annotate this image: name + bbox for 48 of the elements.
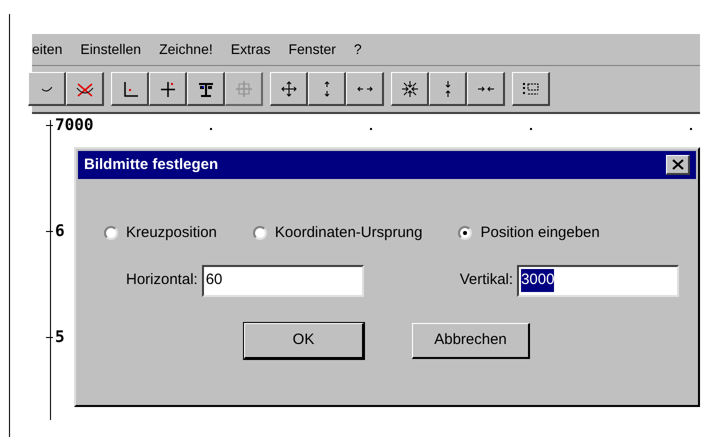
menu-item[interactable]: Fenster	[288, 39, 336, 60]
dialog-button[interactable]: OK	[244, 322, 364, 358]
toolbar-button[interactable]	[111, 72, 149, 106]
axis-label: 7000	[55, 117, 94, 133]
horizontal-inward-icon	[478, 86, 494, 92]
toolbar-button[interactable]	[187, 72, 225, 106]
field-label: Vertikal:	[460, 270, 514, 290]
radio-option[interactable]: Kreuzposition	[104, 222, 217, 244]
radio-label: Koordinaten-Ursprung	[274, 223, 422, 243]
field-label: Horizontal:	[126, 270, 198, 290]
close-button[interactable]	[666, 155, 690, 175]
vertical-arrows-icon	[324, 80, 330, 96]
axis-label: 6	[55, 223, 65, 239]
toolbar-button[interactable]	[512, 72, 550, 106]
toolbar-button[interactable]	[467, 72, 505, 106]
menu-item[interactable]: ?	[354, 39, 362, 60]
toolbar-button[interactable]	[346, 72, 384, 106]
toolbar-button[interactable]	[308, 72, 346, 106]
toolbar-button[interactable]	[149, 72, 187, 106]
toolbar-button[interactable]	[429, 72, 467, 106]
radio-label: Position eingeben	[480, 223, 600, 243]
partial-curve-icon	[42, 86, 52, 92]
menu-item[interactable]: Einstellen	[80, 39, 142, 60]
horizontal-arrows-icon	[356, 86, 372, 92]
plus-icon	[158, 80, 176, 98]
toolbar-button[interactable]	[270, 72, 308, 106]
close-icon	[672, 159, 684, 170]
toolbar-button[interactable]	[28, 72, 66, 106]
radio-option[interactable]: Koordinaten-Ursprung	[252, 222, 422, 244]
input-field[interactable]: 60	[202, 264, 364, 296]
menu-item[interactable]: Zeichne!	[159, 39, 213, 60]
dialog-title: Bildmitte festlegen	[84, 154, 218, 175]
radio-button[interactable]	[104, 226, 118, 240]
inward-arrows-icon	[400, 80, 418, 98]
menu-item[interactable]: eiten	[32, 39, 62, 60]
radio-label: Kreuzposition	[126, 223, 217, 243]
input-field[interactable]: 3000	[517, 264, 680, 296]
dialog-button[interactable]: Abbrechen	[412, 322, 530, 358]
radio-button[interactable]	[458, 226, 472, 240]
four-arrows-icon	[280, 80, 298, 98]
axis-label: 5	[55, 329, 65, 345]
radio-button[interactable]	[252, 226, 267, 240]
radio-option[interactable]: Position eingeben	[458, 222, 600, 244]
toolbar-button[interactable]	[391, 72, 429, 106]
toolbar-button[interactable]	[66, 72, 104, 106]
vertical-inward-icon	[444, 80, 450, 96]
menu-item[interactable]: Extras	[230, 39, 270, 60]
crosshair-icon	[234, 80, 252, 98]
